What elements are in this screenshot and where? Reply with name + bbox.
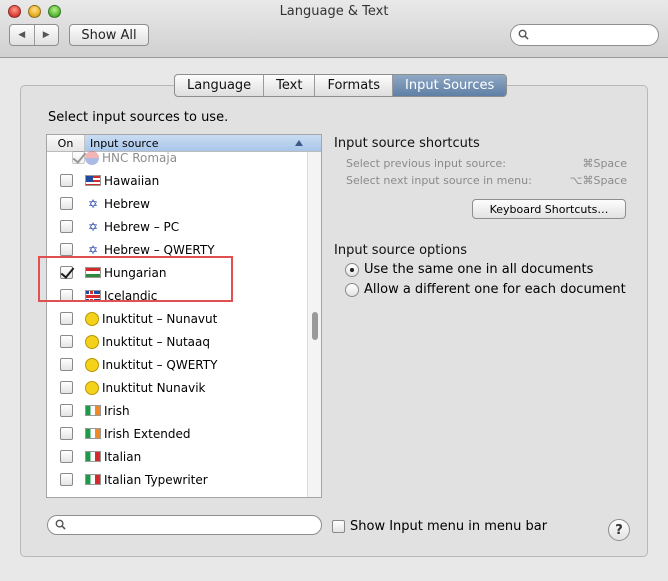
list-item-label: Inuktitut – QWERTY [102,357,218,372]
tab-input-sources[interactable]: Input Sources [392,75,507,96]
star-of-david-icon: ✡ [87,196,99,211]
list-item[interactable]: ✡ Hebrew – PC [47,215,309,238]
tab-language[interactable]: Language [175,75,263,96]
italian-flag-icon [85,451,101,462]
list-item[interactable]: Hawaiian [47,169,309,192]
list-item-label: Inuktitut Nunavik [102,380,206,395]
list-item-label: Inuktitut – Nunavut [102,311,218,326]
different-input-option[interactable]: Allow a different one for each document [345,282,626,297]
list-item[interactable]: Hungarian [47,261,309,284]
irish-flag-icon [85,428,101,439]
list-item-label: Icelandic [104,288,158,303]
list-item-label: Irish [104,403,130,418]
source-checkbox[interactable] [59,197,73,210]
select-sources-label: Select input sources to use. [48,110,229,125]
list-item-label: Hungarian [104,265,167,280]
list-item[interactable]: Inuktitut – Nunavut [47,307,309,330]
search-icon [518,29,529,40]
shortcuts-title: Input source shortcuts [334,136,480,151]
source-checkbox[interactable] [59,266,73,279]
different-input-radio[interactable] [345,282,359,297]
source-checkbox[interactable] [59,473,73,486]
list-item-label: Irish Extended [104,426,191,441]
list-rows: HNC Romaja Hawaiian ✡ Hebrew ✡ Hebrew – … [47,150,309,491]
same-input-option[interactable]: Use the same one in all documents [345,262,593,277]
source-checkbox[interactable] [59,358,73,371]
list-item[interactable]: Irish [47,399,309,422]
source-checkbox[interactable] [59,220,73,233]
source-checkbox[interactable] [59,450,73,463]
list-item-label: Hebrew [104,196,150,211]
inuktitut-icon [85,311,99,326]
list-item[interactable]: Inuktitut – QWERTY [47,353,309,376]
source-checkbox[interactable] [59,174,73,187]
list-item[interactable]: Irish Extended [47,422,309,445]
tab-formats[interactable]: Formats [314,75,392,96]
list-item[interactable]: Icelandic [47,284,309,307]
hnc-icon [85,150,99,165]
icelandic-flag-icon [85,290,101,301]
source-checkbox[interactable] [59,427,73,440]
list-item-label: Inuktitut – Nutaaq [102,334,210,349]
list-item[interactable]: ✡ Hebrew – QWERTY [47,238,309,261]
toolbar-search-field[interactable] [510,24,659,46]
hawaiian-flag-icon [85,175,101,186]
star-of-david-icon: ✡ [87,219,99,234]
hungarian-flag-icon [85,267,101,278]
show-input-menu-checkbox[interactable] [332,520,345,533]
source-checkbox[interactable] [59,404,73,417]
list-item-label: Italian [104,449,142,464]
show-all-button[interactable]: Show All [69,24,149,46]
tab-bar: Language Text Formats Input Sources [174,74,508,97]
input-source-list: On Input source HNC Romaja Hawaiian ✡ He… [46,134,322,498]
back-button[interactable]: ◀ [10,25,34,45]
list-item-label: Hebrew – QWERTY [104,242,215,257]
list-item[interactable]: HNC Romaja [47,146,309,169]
options-title: Input source options [334,243,467,258]
show-input-menu-label: Show Input menu in menu bar [350,519,548,534]
same-input-radio[interactable] [345,262,359,277]
inuktitut-icon [85,380,99,395]
different-input-label: Allow a different one for each document [364,282,626,297]
search-icon [55,519,66,530]
source-checkbox[interactable] [59,335,73,348]
window-title: Language & Text [279,4,389,19]
list-item[interactable]: ✡ Hebrew [47,192,309,215]
tab-text[interactable]: Text [263,75,314,96]
source-checkbox[interactable] [59,243,73,256]
list-item[interactable]: Italian [47,445,309,468]
help-button[interactable]: ? [608,519,630,541]
next-source-label: Select next input source in menu: [346,174,532,187]
list-item-label: HNC Romaja [102,150,178,165]
source-checkbox[interactable] [59,289,73,302]
inuktitut-icon [85,334,99,349]
list-item[interactable]: Inuktitut Nunavik [47,376,309,399]
input-source-search-field[interactable] [47,515,322,535]
forward-button[interactable]: ▶ [33,25,59,45]
italian-flag-icon [85,474,101,485]
source-checkbox[interactable] [72,151,85,164]
list-scrollbar[interactable] [307,152,321,497]
list-item-label: Italian Typewriter [104,472,208,487]
source-checkbox[interactable] [59,312,73,325]
title-bar: Language & Text ◀ ▶ Show All [0,0,668,58]
keyboard-shortcuts-button[interactable]: Keyboard Shortcuts… [472,199,626,219]
star-of-david-icon: ✡ [87,242,99,257]
next-source-key: ⌥⌘Space [569,174,627,187]
previous-source-label: Select previous input source: [346,157,506,170]
list-item[interactable]: Inuktitut – Nutaaq [47,330,309,353]
back-forward-control: ◀ ▶ [9,24,59,46]
irish-flag-icon [85,405,101,416]
previous-source-key: ⌘Space [582,157,627,170]
scrollbar-thumb[interactable] [312,312,318,340]
list-item-label: Hawaiian [104,173,160,188]
show-input-menu-option[interactable]: Show Input menu in menu bar [332,519,547,534]
list-item[interactable]: Italian Typewriter [47,468,309,491]
same-input-label: Use the same one in all documents [364,262,594,277]
inuktitut-icon [85,357,99,372]
list-item-label: Hebrew – PC [104,219,180,234]
source-checkbox[interactable] [59,381,73,394]
